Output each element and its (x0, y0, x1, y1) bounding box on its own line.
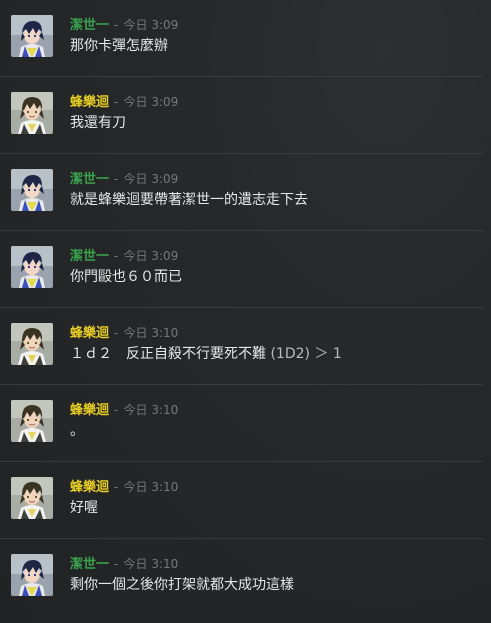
avatar-blue-hair-boy-icon[interactable] (11, 554, 53, 596)
avatar-blue-hair-boy-icon[interactable] (11, 246, 53, 288)
message-content: 剩你一個之後你打架就都大成功這樣 (70, 577, 294, 593)
message-header: 蜂樂迴 - 今日 3:10 (70, 400, 178, 418)
chat-message: 蜂樂迴 - 今日 3:10 １ｄ２ 反正自殺不行要死不難 (1D2) ＞ 1 (0, 308, 491, 385)
username[interactable]: 蜂樂迴 (70, 326, 109, 341)
chat-log: 潔世一 - 今日 3:09 那你卡彈怎麼辦 蜂樂迴 - 今日 3:09 我還有刀… (0, 0, 491, 623)
chat-message: 潔世一 - 今日 3:09 就是蜂樂迴要帶著潔世一的遺志走下去 (0, 154, 491, 231)
username[interactable]: 潔世一 (70, 557, 109, 572)
username[interactable]: 蜂樂迴 (70, 480, 109, 495)
chat-message: 潔世一 - 今日 3:10 剩你一個之後你打架就都大成功這樣 (0, 539, 491, 616)
avatar-dark-hair-boy-icon[interactable] (11, 92, 53, 134)
message-header: 蜂樂迴 - 今日 3:10 (70, 323, 178, 341)
avatar-dark-hair-boy-icon[interactable] (11, 477, 53, 519)
chat-message: 潔世一 - 今日 3:09 那你卡彈怎麼辦 (0, 0, 491, 77)
message-header: 潔世一 - 今日 3:09 (70, 246, 178, 264)
avatar-dark-hair-boy-icon[interactable] (11, 323, 53, 365)
separator: - (114, 557, 119, 571)
message-header: 蜂樂迴 - 今日 3:10 (70, 477, 178, 495)
separator: - (114, 95, 119, 109)
message-content: 好喔 (70, 500, 98, 516)
avatar-dark-hair-boy-icon[interactable] (11, 400, 53, 442)
timestamp: 今日 3:09 (123, 249, 179, 263)
username[interactable]: 潔世一 (70, 18, 109, 33)
avatar-blue-hair-boy-icon[interactable] (11, 15, 53, 57)
username[interactable]: 潔世一 (70, 172, 109, 187)
username[interactable]: 蜂樂迴 (70, 403, 109, 418)
chat-message: 蜂樂迴 - 今日 3:10 。 (0, 385, 491, 462)
separator: - (114, 480, 119, 494)
separator: - (114, 403, 119, 417)
timestamp: 今日 3:10 (123, 480, 179, 494)
message-content: 那你卡彈怎麼辦 (70, 38, 168, 54)
message-header: 潔世一 - 今日 3:09 (70, 15, 178, 33)
message-header: 潔世一 - 今日 3:09 (70, 169, 178, 187)
message-content: 我還有刀 (70, 115, 126, 131)
timestamp: 今日 3:09 (123, 172, 179, 186)
timestamp: 今日 3:10 (123, 326, 179, 340)
chat-message: 蜂樂迴 - 今日 3:09 我還有刀 (0, 77, 491, 154)
username[interactable]: 潔世一 (70, 249, 109, 264)
dice-roll-result: (1D2) ＞ 1 (266, 346, 342, 362)
separator: - (114, 18, 119, 32)
message-content: 就是蜂樂迴要帶著潔世一的遺志走下去 (70, 192, 308, 208)
avatar-blue-hair-boy-icon[interactable] (11, 169, 53, 211)
message-content: １ｄ２ 反正自殺不行要死不難 (1D2) ＞ 1 (70, 344, 342, 364)
message-header: 蜂樂迴 - 今日 3:09 (70, 92, 178, 110)
timestamp: 今日 3:10 (123, 403, 179, 417)
message-header: 潔世一 - 今日 3:10 (70, 554, 178, 572)
username[interactable]: 蜂樂迴 (70, 95, 109, 110)
timestamp: 今日 3:09 (123, 18, 179, 32)
chat-message: 蜂樂迴 - 今日 3:10 好喔 (0, 462, 491, 539)
timestamp: 今日 3:09 (123, 95, 179, 109)
message-text: １ｄ２ 反正自殺不行要死不難 (70, 346, 266, 362)
message-content: 。 (70, 423, 84, 439)
message-content: 你門毆也６０而已 (70, 269, 182, 285)
separator: - (114, 249, 119, 263)
timestamp: 今日 3:10 (123, 557, 179, 571)
separator: - (114, 172, 119, 186)
separator: - (114, 326, 119, 340)
chat-message: 潔世一 - 今日 3:09 你門毆也６０而已 (0, 231, 491, 308)
